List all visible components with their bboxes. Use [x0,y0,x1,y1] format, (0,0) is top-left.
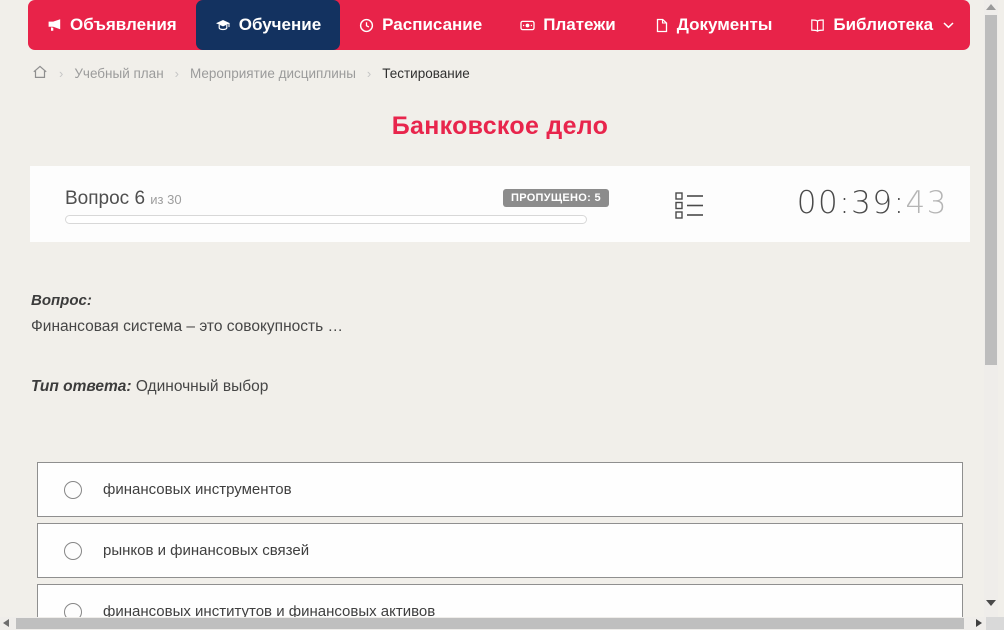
nav-tab-label: Документы [676,15,773,34]
breadcrumb-separator-icon: › [366,65,372,81]
nav-tab-label: Библиотека [833,15,934,34]
timer-hours-minutes: 00:39: [796,185,906,221]
nav-tab-label: Обучение [238,15,322,34]
question-total: из 30 [150,192,182,207]
megaphone-icon [47,18,62,33]
banknote-icon [520,18,535,33]
answer-type-value: Одиночный выбор [135,378,269,395]
breadcrumb-item-current: Тестирование [382,65,470,81]
answer-option-label: финансовых инструментов [103,481,292,498]
question-number-text: Вопрос 6 [65,188,146,209]
nav-tab-documents[interactable]: Документы [635,0,792,50]
graduation-cap-icon [215,18,231,33]
answer-option-label: рынков и финансовых связей [103,542,310,559]
question-label: Вопрос: [31,292,92,309]
scrollbar-corner [986,617,1004,630]
vertical-scrollbar-thumb[interactable] [985,15,997,365]
answer-option-1[interactable]: финансовых инструментов [37,462,963,517]
breadcrumb-separator-icon: › [59,65,64,81]
vertical-scrollbar[interactable] [984,0,998,617]
question-number: Вопрос 6 из 30 [65,188,182,210]
nav-tab-education[interactable]: Обучение [195,0,341,50]
home-icon[interactable] [32,64,48,83]
scroll-up-arrow-icon[interactable] [986,4,996,10]
top-nav: Объявления Обучение Расписание Платежи Д… [28,0,970,50]
nav-tab-label: Объявления [70,15,177,34]
chevron-down-icon [943,21,954,29]
answer-option-2[interactable]: рынков и финансовых связей [37,523,963,578]
nav-tab-payments[interactable]: Платежи [501,0,635,50]
answer-options: финансовых инструментов рынков и финансо… [37,462,963,630]
question-text: Финансовая система – это совокупность … [31,318,343,335]
page-title: Банковское дело [391,112,609,140]
nav-tab-schedule[interactable]: Расписание [340,0,501,50]
progress-bar [65,215,587,224]
timer: 00:39:43 [797,185,948,221]
nav-tab-library[interactable]: Библиотека [791,0,973,50]
scroll-right-arrow-icon[interactable] [976,619,982,627]
horizontal-scrollbar-thumb[interactable] [16,618,964,629]
nav-tab-announcements[interactable]: Объявления [28,0,196,50]
skipped-badge: ПРОПУЩЕНО: 5 [503,189,609,207]
breadcrumb-separator-icon: › [174,65,179,81]
book-icon [810,18,825,33]
nav-tab-label: Платежи [543,15,616,34]
breadcrumb: › Учебный план › Мероприятие дисциплины … [32,62,470,84]
document-icon [654,18,669,33]
breadcrumb-item-study-plan[interactable]: Учебный план [74,66,163,81]
radio-icon[interactable] [64,480,82,499]
answer-type-row: Тип ответа: Одиночный выбор [31,378,268,396]
horizontal-scrollbar[interactable] [0,617,986,630]
scroll-down-arrow-icon[interactable] [986,600,996,606]
radio-icon[interactable] [64,541,82,560]
question-list-icon[interactable] [675,191,704,220]
scroll-left-arrow-icon[interactable] [3,619,9,627]
nav-tab-label: Расписание [382,15,483,34]
breadcrumb-item-discipline-event[interactable]: Мероприятие дисциплины [190,66,356,81]
app-frame: Объявления Обучение Расписание Платежи Д… [0,0,1004,630]
answer-type-label: Тип ответа: [31,378,132,395]
question-header-card: Вопрос 6 из 30 ПРОПУЩЕНО: 5 00:39:43 [30,166,970,242]
clock-icon [359,18,374,33]
timer-seconds: 43 [905,185,948,221]
